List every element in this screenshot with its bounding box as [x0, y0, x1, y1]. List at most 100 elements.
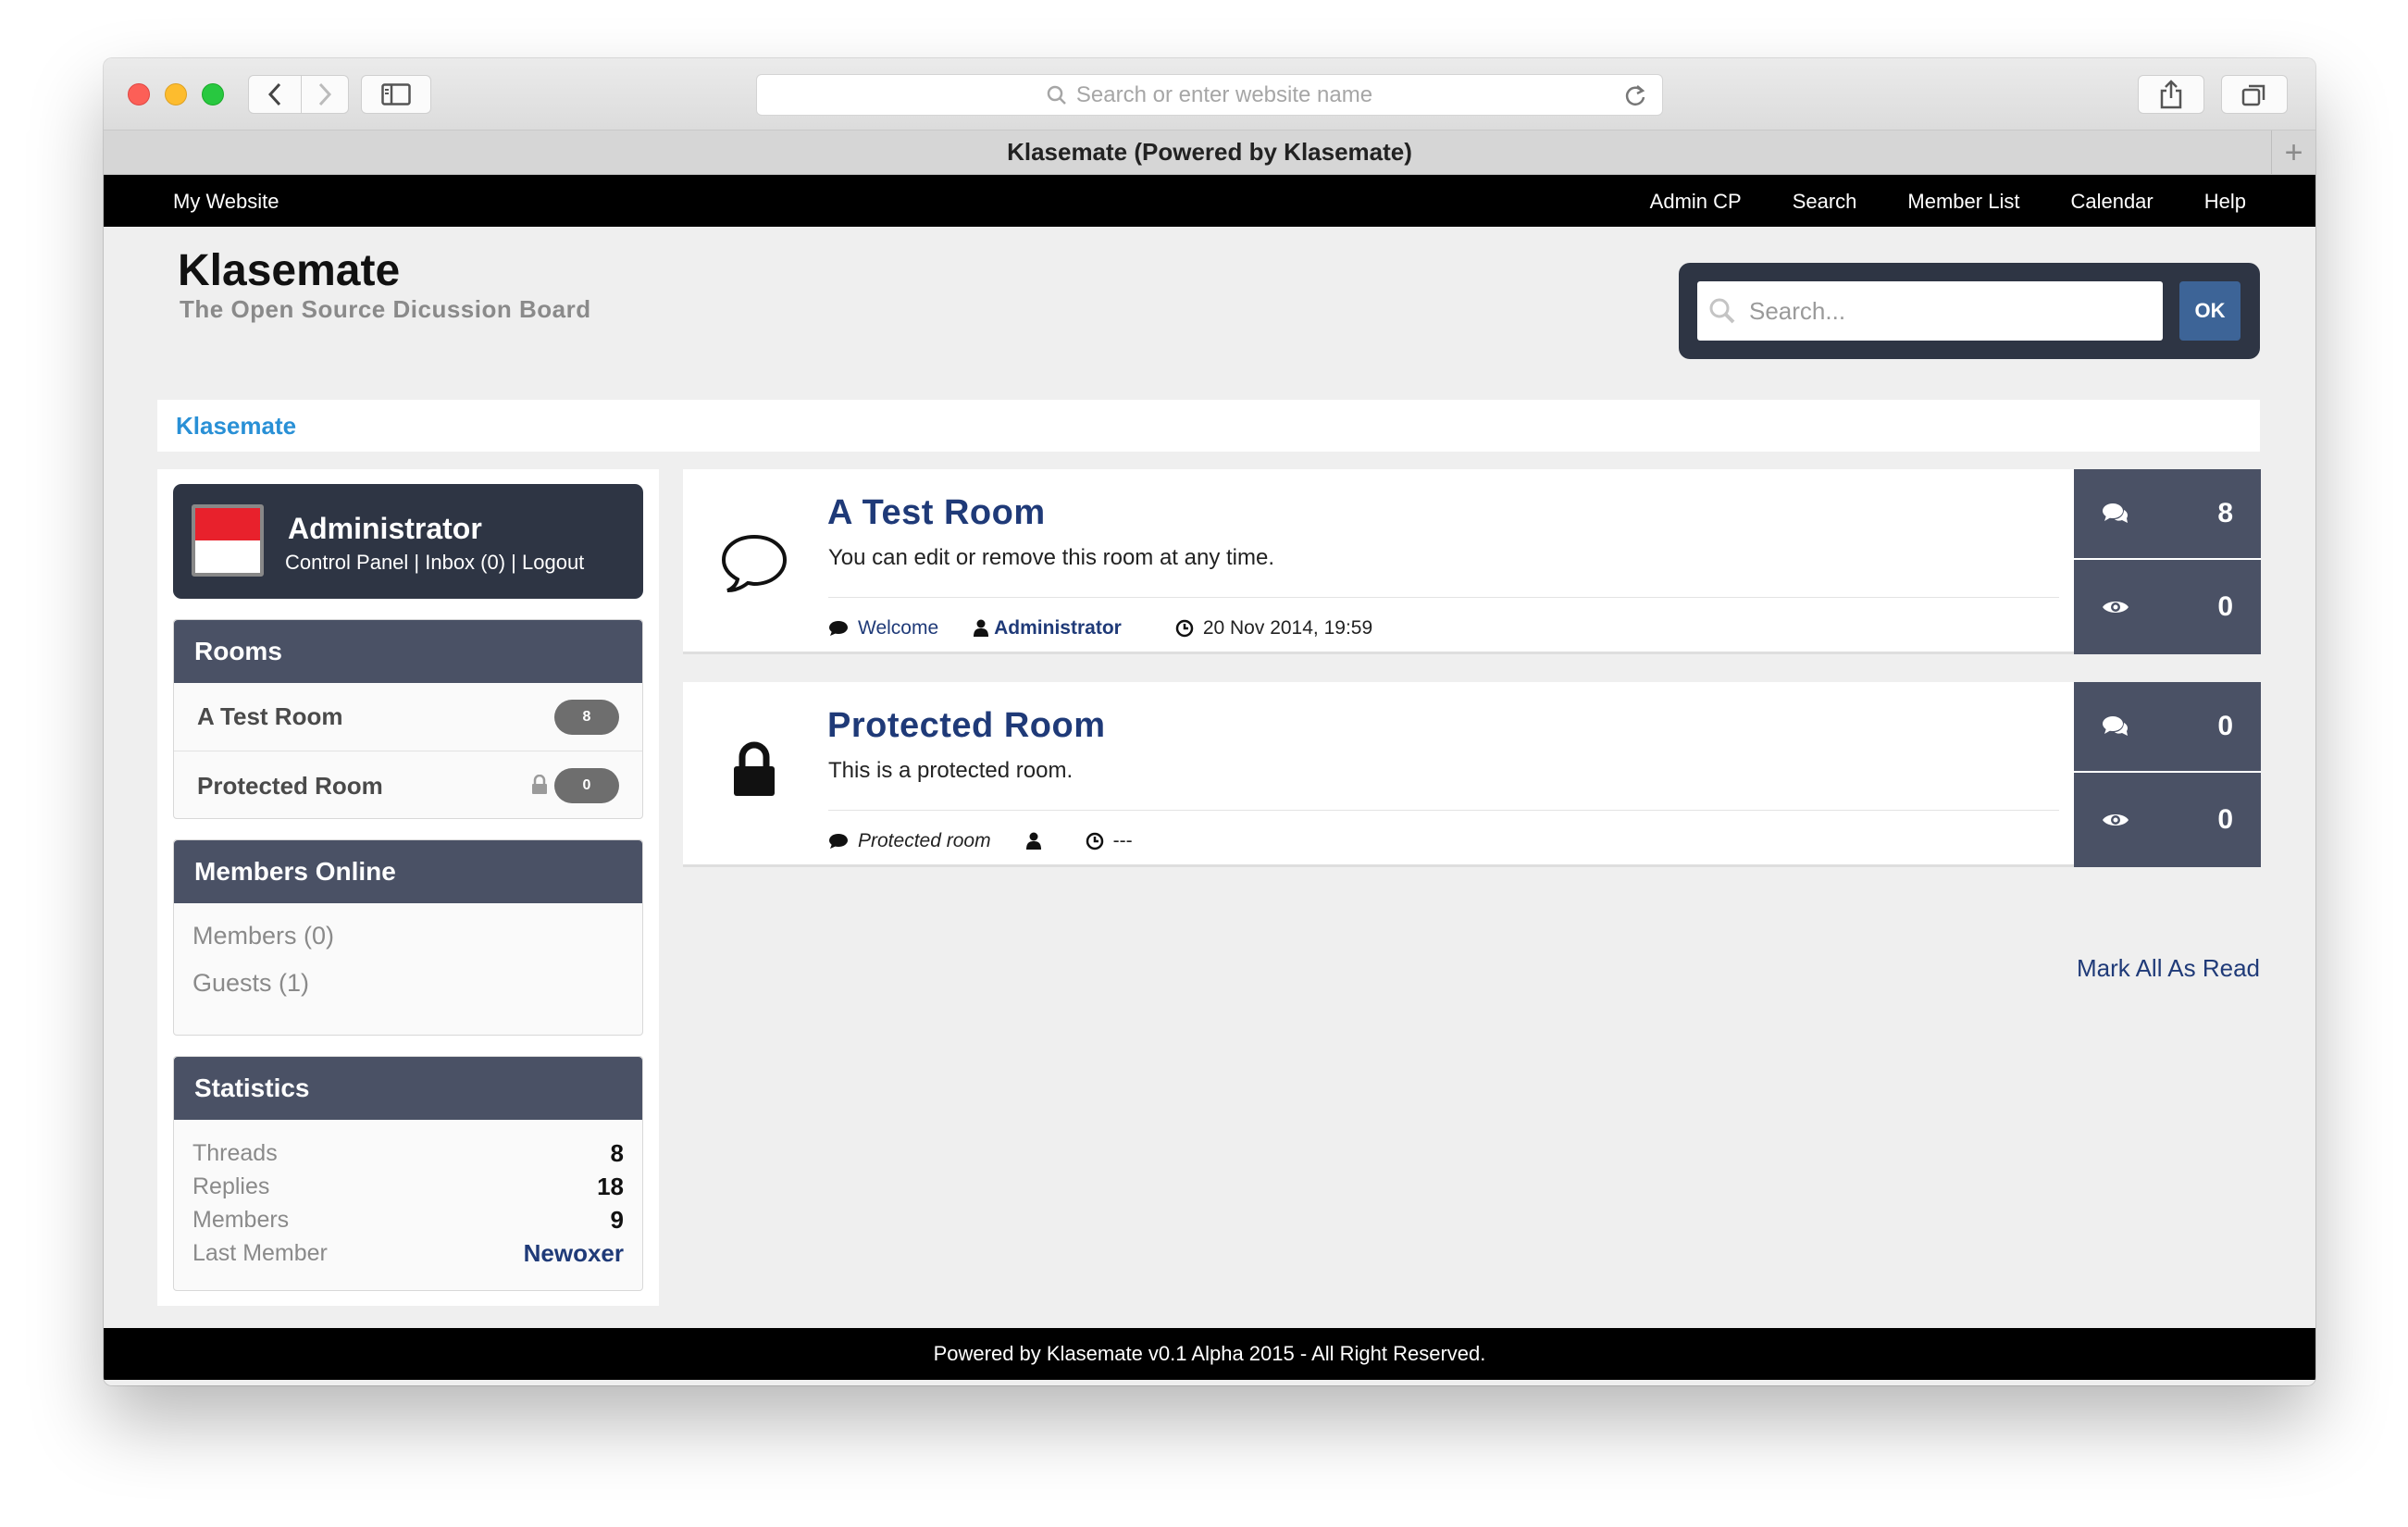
- nav-brand-link[interactable]: My Website: [173, 190, 279, 214]
- show-tabs-button[interactable]: [2221, 75, 2288, 114]
- stat-label: Replies: [192, 1173, 270, 1199]
- address-bar[interactable]: Search or enter website name: [756, 74, 1663, 116]
- nav-link-calendar[interactable]: Calendar: [2070, 190, 2153, 214]
- room-count-badge: 0: [554, 768, 619, 803]
- site-title[interactable]: Klasemate: [178, 245, 400, 296]
- user-icon: [1025, 832, 1041, 850]
- browser-toolbar: Search or enter website name: [104, 58, 2315, 130]
- tab-bar: Klasemate (Powered by Klasemate) +: [104, 130, 2315, 175]
- clock-icon: [1086, 832, 1103, 850]
- room-last-post-meta: Protected room ---: [828, 830, 1133, 852]
- nav-link-member-list[interactable]: Member List: [1907, 190, 2019, 214]
- share-button[interactable]: [2138, 75, 2204, 114]
- search-ok-button[interactable]: OK: [2179, 281, 2240, 341]
- sidebar-room-label: Protected Room: [197, 771, 383, 800]
- members-online-title: Members Online: [174, 840, 642, 903]
- avatar[interactable]: [192, 504, 264, 577]
- stat-value: 8: [610, 1138, 624, 1167]
- last-author-link[interactable]: Administrator: [994, 617, 1122, 639]
- user-name[interactable]: Administrator: [288, 512, 482, 546]
- user-links[interactable]: Control Panel | Inbox (0) | Logout: [285, 551, 584, 575]
- lock-icon: [734, 741, 775, 796]
- room-last-post-meta: Welcome Administrator 20 Nov 2014, 19:59: [828, 617, 1372, 639]
- footer-text: Powered by Klasemate v0.1 Alpha 2015 - A…: [933, 1342, 1486, 1365]
- last-thread-link[interactable]: Welcome: [858, 617, 938, 639]
- nav-link-help[interactable]: Help: [2204, 190, 2246, 214]
- stat-label: Threads: [192, 1139, 278, 1166]
- address-placeholder: Search or enter website name: [1075, 81, 1373, 107]
- sidebar-room-label: A Test Room: [197, 702, 343, 730]
- room-title-link[interactable]: A Test Room: [827, 493, 1046, 533]
- speech-bubble-icon: [721, 534, 788, 592]
- forward-button[interactable]: [301, 75, 349, 114]
- room-view-count: 0: [2074, 560, 2261, 654]
- rooms-panel: Rooms A Test Room 8 Protected Room 0: [173, 619, 643, 819]
- last-thread-text: Protected room: [858, 830, 991, 851]
- stat-row-last-member: Last Member Newoxer: [174, 1236, 642, 1270]
- room-card: A Test Room You can edit or remove this …: [683, 469, 2261, 654]
- members-online-count: Members (0): [192, 922, 335, 950]
- nav-link-search[interactable]: Search: [1793, 190, 1857, 214]
- tabs-icon: [2241, 84, 2265, 106]
- view-count-value: 0: [2217, 804, 2233, 835]
- minimize-window-button[interactable]: [165, 83, 187, 106]
- zoom-window-button[interactable]: [202, 83, 224, 106]
- comment-icon: [829, 621, 848, 636]
- breadcrumb-home-link[interactable]: Klasemate: [176, 412, 296, 441]
- members-online-panel: Members Online Members (0) Guests (1): [173, 839, 643, 1036]
- stat-value: 9: [610, 1205, 624, 1234]
- room-title-link[interactable]: Protected Room: [827, 706, 1105, 746]
- comments-icon: [2103, 503, 2128, 523]
- rooms-panel-title: Rooms: [174, 620, 642, 683]
- view-count-value: 0: [2217, 591, 2233, 622]
- browser-window: Search or enter website name Klasemate (…: [104, 58, 2315, 1385]
- stat-row-members: Members 9: [174, 1203, 642, 1236]
- last-date-meta: 20 Nov 2014, 19:59: [1175, 617, 1372, 639]
- new-tab-button[interactable]: +: [2271, 130, 2315, 175]
- chevron-right-icon: [318, 82, 332, 106]
- room-card: Protected Room This is a protected room.…: [683, 682, 2261, 867]
- chevron-left-icon: [267, 82, 281, 106]
- site-search-box: Search... OK: [1679, 263, 2260, 359]
- comment-icon: [829, 834, 848, 849]
- back-button[interactable]: [248, 75, 302, 114]
- last-date-meta: ---: [1086, 830, 1133, 852]
- room-description: You can edit or remove this room at any …: [828, 545, 1275, 570]
- stat-row-replies: Replies 18: [174, 1170, 642, 1203]
- stat-label: Last Member: [192, 1239, 328, 1266]
- search-icon: [1047, 85, 1066, 105]
- search-placeholder: Search...: [1749, 296, 1846, 325]
- thread-count-value: 8: [2217, 498, 2233, 528]
- last-post-date: ---: [1112, 830, 1133, 851]
- statistics-title: Statistics: [174, 1057, 642, 1120]
- mark-all-read-link[interactable]: Mark All As Read: [2077, 954, 2260, 983]
- nav-link-admin-cp[interactable]: Admin CP: [1650, 190, 1742, 214]
- last-post-date: 20 Nov 2014, 19:59: [1202, 617, 1373, 639]
- sidebar-toggle-button[interactable]: [361, 75, 431, 114]
- sidebar: Administrator Control Panel | Inbox (0) …: [157, 469, 659, 1306]
- page-content: My Website Admin CP Search Member List C…: [104, 175, 2315, 1385]
- statistics-panel: Statistics Threads 8 Replies 18 Members …: [173, 1056, 643, 1291]
- room-stats: 8 0: [2074, 469, 2261, 654]
- divider: [828, 810, 2059, 811]
- last-member-link[interactable]: Newoxer: [524, 1239, 624, 1268]
- footer: Powered by Klasemate v0.1 Alpha 2015 - A…: [104, 1328, 2315, 1380]
- room-description: This is a protected room.: [828, 758, 1074, 783]
- last-author-meta: [1025, 832, 1050, 850]
- last-author-meta: Administrator: [974, 617, 1122, 639]
- room-count-badge: 8: [554, 700, 619, 735]
- eye-icon: [2103, 602, 2129, 613]
- eye-icon: [2103, 814, 2129, 826]
- room-stats: 0 0: [2074, 682, 2261, 867]
- sidebar-icon: [381, 83, 411, 106]
- close-window-button[interactable]: [128, 83, 150, 106]
- stat-row-threads: Threads 8: [174, 1136, 642, 1170]
- user-card: Administrator Control Panel | Inbox (0) …: [173, 484, 643, 599]
- tab-title[interactable]: Klasemate (Powered by Klasemate): [1007, 138, 1412, 167]
- sidebar-room-item[interactable]: A Test Room 8: [174, 683, 642, 751]
- reload-icon[interactable]: [1623, 82, 1647, 108]
- sidebar-room-item[interactable]: Protected Room 0: [174, 751, 642, 820]
- site-search-input[interactable]: Search...: [1697, 281, 2163, 341]
- comments-icon: [2103, 716, 2128, 736]
- breadcrumb: Klasemate: [157, 400, 2260, 452]
